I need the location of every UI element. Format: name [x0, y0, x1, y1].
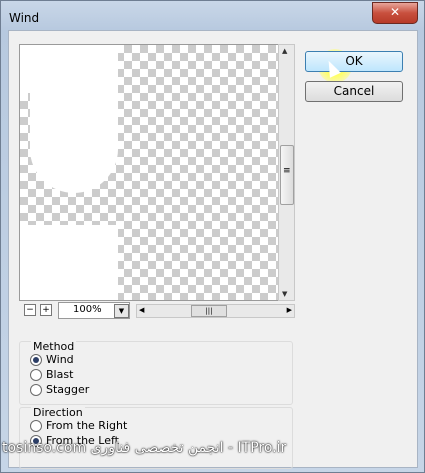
radio-button[interactable] — [30, 384, 42, 396]
chevron-down-icon: ▼ — [118, 307, 125, 315]
radio-button[interactable] — [30, 369, 42, 381]
radio-label: From the Right — [46, 419, 128, 432]
preview-shape-curve — [30, 93, 118, 193]
horizontal-scroll-thumb[interactable]: ||| — [191, 305, 227, 317]
close-button[interactable]: ✕ — [372, 2, 418, 24]
watermark: tosinso.com انجمن تخصصی فناوری - ITPro.i… — [2, 440, 287, 456]
scroll-down-icon[interactable]: ▼ — [282, 290, 287, 298]
zoom-value: 100% — [73, 304, 102, 315]
radio-label: Stagger — [46, 383, 90, 396]
method-label: Method — [31, 340, 77, 353]
scroll-thumb[interactable]: ≡ — [280, 145, 294, 205]
zoom-bar: − + 100% ▼ ◀ ||| ▶ — [19, 302, 295, 320]
scroll-up-icon[interactable]: ▲ — [282, 47, 287, 55]
preview-vertical-scrollbar[interactable]: ▲ ≡ ▼ — [278, 44, 295, 301]
direction-label: Direction — [31, 406, 85, 419]
grip-icon: ≡ — [283, 166, 291, 176]
preview-shape-bottom — [20, 225, 118, 300]
zoom-out-button[interactable]: − — [24, 304, 36, 316]
zoom-in-button[interactable]: + — [40, 304, 52, 316]
close-icon: ✕ — [389, 5, 401, 19]
cancel-button[interactable]: Cancel — [305, 81, 403, 102]
grip-icon: ||| — [205, 307, 213, 315]
scroll-right-icon[interactable]: ▶ — [287, 306, 292, 314]
window-title: Wind — [9, 11, 40, 25]
preview-shape-top — [20, 45, 118, 93]
radio-button[interactable] — [30, 354, 42, 366]
radio-label: Wind — [46, 353, 74, 366]
direction-group: Direction From the Right From the Left — [19, 406, 293, 469]
zoom-in-icon: + — [42, 305, 50, 315]
scroll-left-icon[interactable]: ◀ — [139, 306, 144, 314]
title-bar[interactable]: Wind ✕ — [1, 1, 424, 31]
zoom-out-icon: − — [26, 305, 34, 315]
radio-button[interactable] — [30, 420, 42, 432]
radio-label: Blast — [46, 368, 74, 381]
preview-canvas[interactable] — [19, 44, 279, 301]
zoom-dropdown-button[interactable]: ▼ — [114, 304, 129, 318]
method-group: Method Wind Blast Stagger — [19, 340, 293, 405]
zoom-select[interactable]: 100% ▼ — [58, 302, 130, 319]
wind-dialog: Wind ✕ ▲ ≡ ▼ − + 100% ▼ ◀ ||| ▶ OK Cance… — [0, 0, 425, 473]
preview-horizontal-scrollbar[interactable]: ◀ ||| ▶ — [136, 304, 295, 318]
ok-button[interactable]: OK — [305, 51, 403, 72]
dialog-body: ▲ ≡ ▼ − + 100% ▼ ◀ ||| ▶ OK Cancel Metho… — [8, 30, 418, 469]
